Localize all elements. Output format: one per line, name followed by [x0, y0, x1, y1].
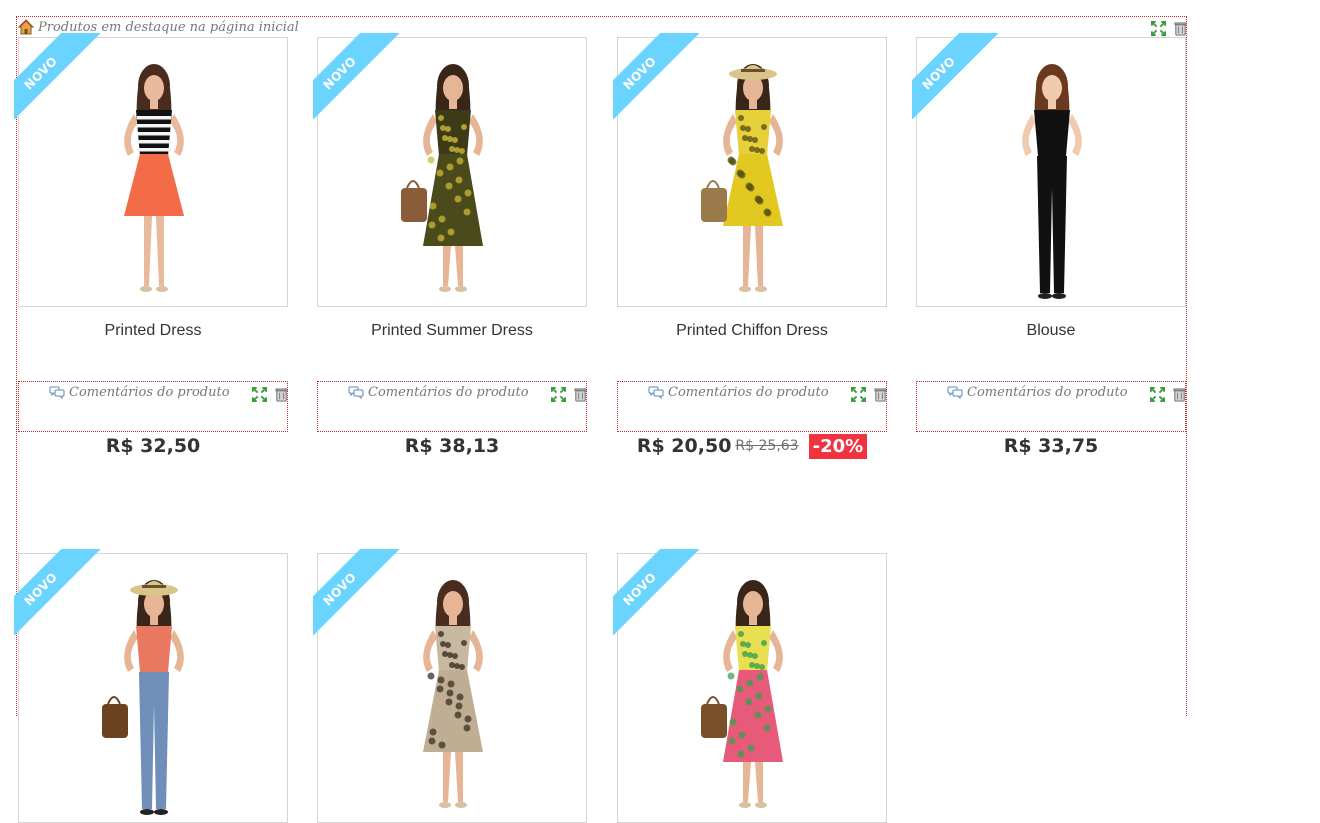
- new-badge: NOVO: [14, 33, 100, 119]
- hook-tools: [551, 387, 588, 402]
- product-comments-hook: Comentários do produto: [18, 381, 288, 432]
- product-name[interactable]: Printed Chiffon Dress: [617, 322, 887, 340]
- expand-icon[interactable]: [551, 387, 566, 402]
- product-price: R$ 32,50: [105, 435, 201, 457]
- chat-bubbles-icon: [49, 386, 65, 399]
- old-price: R$ 25,63: [735, 438, 799, 454]
- comments-hook-text: Comentários do produto: [668, 385, 829, 400]
- hook-tools: [1150, 387, 1187, 402]
- hook-tools: [851, 387, 888, 402]
- new-badge: NOVO: [14, 549, 100, 635]
- product-name[interactable]: Printed Dress: [18, 322, 288, 340]
- product-name[interactable]: Blouse: [916, 322, 1186, 340]
- new-badge: NOVO: [313, 549, 399, 635]
- discount-badge: -20%: [808, 433, 868, 459]
- new-badge-label: NOVO: [320, 54, 359, 93]
- new-badge-label: NOVO: [620, 570, 659, 609]
- expand-icon[interactable]: [851, 387, 866, 402]
- module-tools: [1151, 21, 1188, 36]
- product-price: R$ 38,13: [404, 435, 500, 457]
- chat-bubbles-icon: [947, 386, 963, 399]
- product-price: R$ 33,75: [1003, 435, 1099, 457]
- product-comments-hook: Comentários do produto: [916, 381, 1186, 432]
- trash-icon[interactable]: [274, 387, 289, 402]
- comments-hook-text: Comentários do produto: [368, 385, 529, 400]
- price-row: R$ 20,50 R$ 25,63 -20%: [617, 431, 887, 461]
- expand-icon[interactable]: [1151, 21, 1166, 36]
- trash-icon[interactable]: [1173, 21, 1188, 36]
- trash-icon[interactable]: [1172, 387, 1187, 402]
- price-row: R$ 32,50: [18, 431, 288, 461]
- hook-tools: [252, 387, 289, 402]
- product-comments-hook: Comentários do produto: [317, 381, 587, 432]
- expand-icon[interactable]: [252, 387, 267, 402]
- product-price: R$ 20,50: [636, 435, 732, 457]
- comments-hook-label: Comentários do produto: [348, 385, 529, 400]
- price-row: R$ 33,75: [916, 431, 1186, 461]
- new-badge-label: NOVO: [320, 570, 359, 609]
- trash-icon[interactable]: [873, 387, 888, 402]
- new-badge-label: NOVO: [21, 54, 60, 93]
- chat-bubbles-icon: [648, 386, 664, 399]
- new-badge-label: NOVO: [620, 54, 659, 93]
- comments-hook-label: Comentários do produto: [947, 385, 1128, 400]
- price-row: R$ 38,13: [317, 431, 587, 461]
- comments-hook-label: Comentários do produto: [648, 385, 829, 400]
- comments-hook-label: Comentários do produto: [49, 385, 230, 400]
- chat-bubbles-icon: [348, 386, 364, 399]
- trash-icon[interactable]: [573, 387, 588, 402]
- new-badge: NOVO: [912, 33, 998, 119]
- new-badge: NOVO: [613, 549, 699, 635]
- product-comments-hook: Comentários do produto: [617, 381, 887, 432]
- expand-icon[interactable]: [1150, 387, 1165, 402]
- new-badge-label: NOVO: [21, 570, 60, 609]
- new-badge: NOVO: [613, 33, 699, 119]
- product-name[interactable]: Printed Summer Dress: [317, 322, 587, 340]
- comments-hook-text: Comentários do produto: [69, 385, 230, 400]
- new-badge-label: NOVO: [919, 54, 958, 93]
- comments-hook-text: Comentários do produto: [967, 385, 1128, 400]
- new-badge: NOVO: [313, 33, 399, 119]
